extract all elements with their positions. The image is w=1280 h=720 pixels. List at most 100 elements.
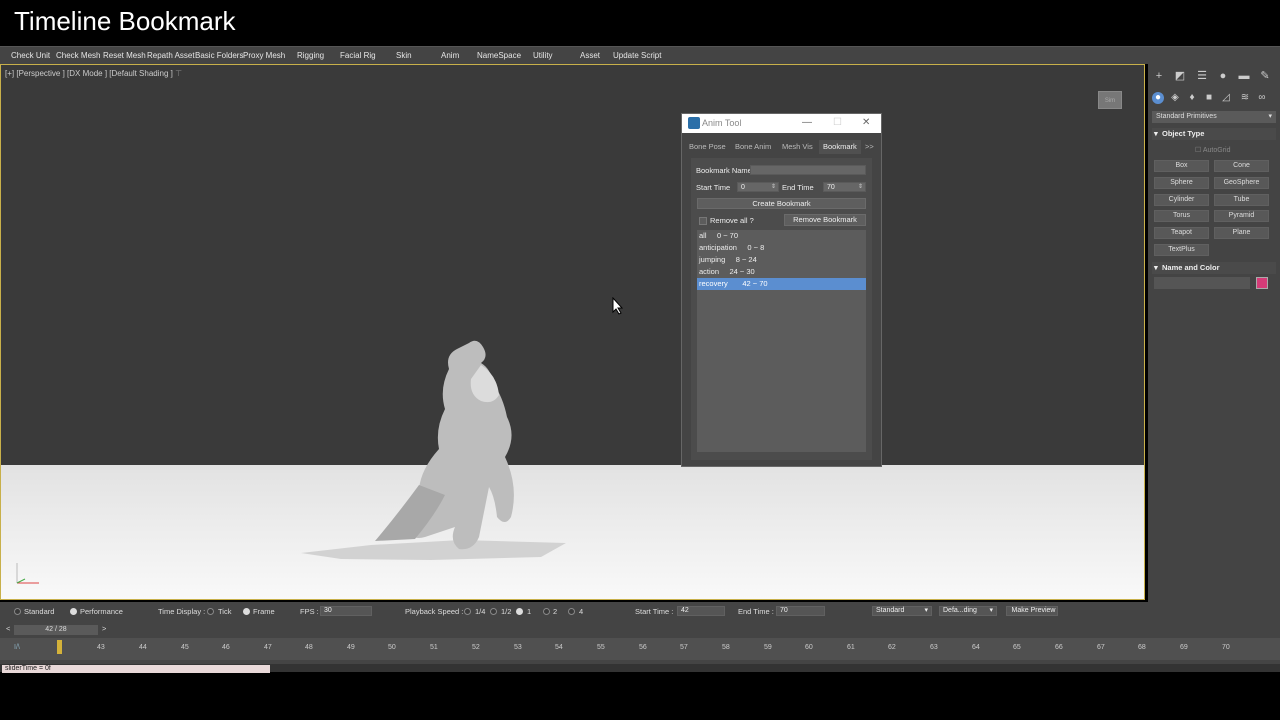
viewcube-icon[interactable]: Sim [1098,91,1122,109]
start-time-spinner[interactable]: 0 ⇕ [737,182,779,192]
tab-bone-anim[interactable]: Bone Anim [735,140,771,154]
menu-check-unit[interactable]: Check Unit [11,51,50,60]
shapes-icon[interactable]: ◈ [1169,92,1181,104]
speed-2-radio[interactable] [543,608,550,615]
viewport-label-text[interactable]: [+] [Perspective ] [DX Mode ] [Default S… [5,69,173,78]
object-color-swatch[interactable] [1256,277,1268,289]
speed-quarter-radio[interactable] [464,608,471,615]
shading-dropdown[interactable]: Defa...ding ▾ [939,606,997,616]
menu-check-mesh[interactable]: Check Mesh [56,51,100,60]
cylinder-button[interactable]: Cylinder [1154,194,1209,206]
menu-rigging[interactable]: Rigging [297,51,324,60]
menu-reset-mesh[interactable]: Reset Mesh [103,51,146,60]
modify-icon[interactable]: ◩ [1174,70,1186,82]
cameras-icon[interactable]: ■ [1203,92,1215,104]
menu-anim[interactable]: Anim [441,51,459,60]
bookmark-name-field[interactable] [750,165,866,175]
remove-bookmark-button[interactable]: Remove Bookmark [784,214,866,226]
bookmark-range: 0 ~ 70 [716,231,738,240]
maxscript-listener[interactable]: sliderTime = 0f [2,665,270,673]
standard-dropdown[interactable]: Standard ▾ [872,606,932,616]
start-time-label: Start Time : [635,607,674,616]
timeline-track[interactable]: I/\ 43 44 45 46 47 48 49 50 51 52 53 54 … [0,638,1280,660]
menu-facial-rig[interactable]: Facial Rig [340,51,376,60]
menu-namespace[interactable]: NameSpace [477,51,521,60]
frame-radio[interactable] [243,608,250,615]
cone-button[interactable]: Cone [1214,160,1269,172]
standard-radio[interactable] [14,608,21,615]
box-button[interactable]: Box [1154,160,1209,172]
make-preview-button[interactable]: Make Preview [1006,606,1058,616]
list-item-selected[interactable]: recovery 42 ~ 70 [697,278,866,290]
object-name-field[interactable] [1154,277,1250,289]
end-time-spinner[interactable]: 70 [776,606,825,616]
menu-utility[interactable]: Utility [533,51,553,60]
plane-button[interactable]: Plane [1214,227,1269,239]
close-icon[interactable]: ✕ [862,117,870,128]
anim-tool-window[interactable]: Anim Tool — ☐ ✕ Bone Pose Bone Anim Mesh… [681,113,882,467]
rollout-toggle-icon: ▾ [1154,129,1158,138]
tick-radio[interactable] [207,608,214,615]
perspective-viewport[interactable]: [+] [Perspective ] [DX Mode ] [Default S… [0,64,1145,600]
spacewarps-icon[interactable]: ≋ [1239,92,1251,104]
fps-value: 30 [324,607,332,614]
pyramid-button[interactable]: Pyramid [1214,210,1269,222]
object-type-rollout[interactable]: ▾ Object Type [1152,128,1276,140]
axis-tripod-icon [16,563,39,584]
hierarchy-icon[interactable]: ☰ [1196,70,1208,82]
performance-radio[interactable] [70,608,77,615]
menu-repath-asset[interactable]: Repath Asset [147,51,195,60]
motion-icon[interactable]: ● [1217,70,1229,82]
create-icon[interactable]: + [1153,70,1165,82]
geometry-icon[interactable]: ● [1152,92,1164,104]
sphere-button[interactable]: Sphere [1154,177,1209,189]
menu-update-script[interactable]: Update Script [613,51,661,60]
spinner-arrows-icon[interactable]: ⇕ [771,183,776,192]
speed-1-radio[interactable] [516,608,523,615]
display-icon[interactable]: ▬ [1238,70,1250,82]
tab-overflow-icon[interactable]: >> [865,140,874,154]
playback-speed-label: Playback Speed : [405,607,464,616]
viewport-label[interactable]: [+] [Perspective ] [DX Mode ] [Default S… [5,69,182,78]
start-time-spinner[interactable]: 42 [677,606,725,616]
list-item[interactable]: action 24 ~ 30 [697,266,866,278]
textplus-button[interactable]: TextPlus [1154,244,1209,256]
create-bookmark-button[interactable]: Create Bookmark [697,198,866,209]
remove-all-checkbox[interactable] [699,217,707,225]
menu-asset[interactable]: Asset [580,51,600,60]
end-time-spinner[interactable]: 70 ⇕ [823,182,866,192]
tab-bone-pose[interactable]: Bone Pose [689,140,726,154]
list-item[interactable]: all 0 ~ 70 [697,230,866,242]
list-item[interactable]: jumping 8 ~ 24 [697,254,866,266]
name-and-color-rollout[interactable]: ▾ Name and Color [1152,262,1276,274]
systems-icon[interactable]: ∞ [1256,92,1268,104]
helpers-icon[interactable]: ◿ [1220,92,1232,104]
primitive-type-dropdown[interactable]: Standard Primitives ▾ [1152,111,1276,123]
fps-spinner[interactable]: 30 [320,606,372,616]
spinner-arrows-icon[interactable]: ⇕ [858,183,863,192]
menu-basic-folders[interactable]: Basic Folders [195,51,243,60]
autogrid-checkbox[interactable]: ☐ AutoGrid [1195,146,1230,154]
timeline-playhead[interactable] [57,640,62,654]
list-item[interactable]: anticipation 0 ~ 8 [697,242,866,254]
minimize-icon[interactable]: — [802,117,812,128]
filter-icon[interactable]: ⊤ [175,69,182,78]
menu-proxy-mesh[interactable]: Proxy Mesh [243,51,285,60]
menu-skin[interactable]: Skin [396,51,412,60]
prev-frame-button[interactable]: < [6,624,10,633]
tab-mesh-vis[interactable]: Mesh Vis [782,140,813,154]
utilities-icon[interactable]: ✎ [1259,70,1271,82]
geosphere-button[interactable]: GeoSphere [1214,177,1269,189]
maximize-icon[interactable]: ☐ [833,117,842,128]
speed-half-radio[interactable] [490,608,497,615]
tube-button[interactable]: Tube [1214,194,1269,206]
time-slider[interactable]: 42 / 28 [14,625,98,635]
next-frame-button[interactable]: > [102,624,106,633]
tab-bookmark[interactable]: Bookmark [819,140,861,154]
teapot-button[interactable]: Teapot [1154,227,1209,239]
speed-4-radio[interactable] [568,608,575,615]
bookmark-list[interactable]: all 0 ~ 70 anticipation 0 ~ 8 jumping 8 … [697,230,866,452]
torus-button[interactable]: Torus [1154,210,1209,222]
lights-icon[interactable]: ♦ [1186,92,1198,104]
anim-tool-titlebar[interactable]: Anim Tool — ☐ ✕ [682,114,881,133]
